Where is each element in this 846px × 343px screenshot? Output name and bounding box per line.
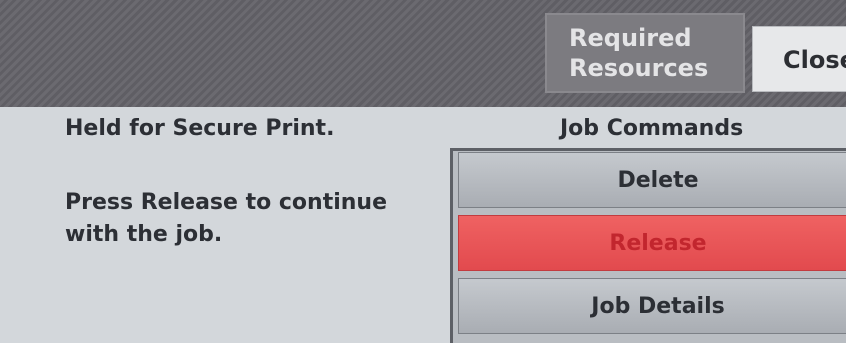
release-button[interactable]: Release [458, 215, 846, 271]
job-status-title: Held for Secure Print. [65, 116, 335, 141]
job-status-message: Press Release to continue with the job. [65, 190, 387, 247]
job-commands-heading: Job Commands [560, 116, 744, 141]
secure-print-screen: Required Resources Close Held for Secure… [0, 0, 846, 343]
job-details-button[interactable]: Job Details [458, 278, 846, 334]
required-resources-button[interactable]: Required Resources [545, 13, 745, 93]
required-resources-label-line1: Required [569, 24, 692, 52]
close-button[interactable]: Close [752, 26, 846, 92]
required-resources-label-line2: Resources [569, 54, 709, 82]
delete-button[interactable]: Delete [458, 152, 846, 208]
